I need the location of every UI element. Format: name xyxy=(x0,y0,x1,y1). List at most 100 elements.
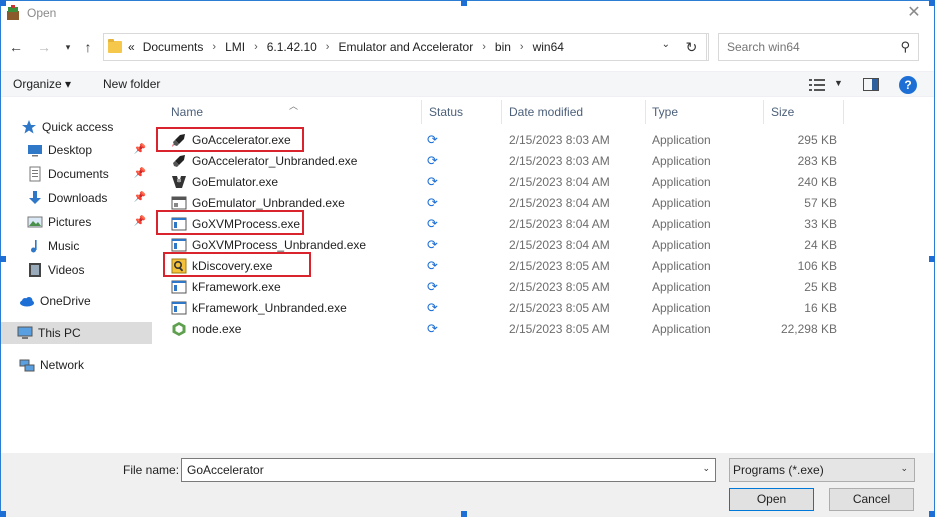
nav-item-network[interactable]: Network xyxy=(1,354,152,376)
address-bar[interactable]: « Documents › LMI › 6.1.42.10 › Emulator an… xyxy=(103,33,709,61)
nav-item-pictures[interactable]: Pictures 📌 xyxy=(1,211,152,233)
file-row[interactable]: kFramework_Unbranded.exe ⟳ 2/15/2023 8:0… xyxy=(153,298,934,319)
file-row[interactable]: kFramework.exe ⟳ 2/15/2023 8:05 AM Appli… xyxy=(153,277,934,298)
forward-arrow-icon[interactable]: → xyxy=(35,37,53,57)
chevron-right-icon[interactable]: › xyxy=(254,41,258,53)
nav-item-downloads[interactable]: Downloads 📌 xyxy=(1,187,152,209)
file-row[interactable]: node.exe ⟳ 2/15/2023 8:05 AM Application… xyxy=(153,319,934,340)
rocket-icon xyxy=(171,132,187,148)
up-arrow-icon[interactable]: ↑ xyxy=(79,37,97,57)
resize-handle[interactable] xyxy=(929,0,935,6)
nav-item-onedrive[interactable]: OneDrive xyxy=(1,290,152,312)
sync-icon: ⟳ xyxy=(427,132,438,147)
nav-item-label: Downloads xyxy=(48,191,108,205)
nav-item-label: Videos xyxy=(48,263,85,277)
chevron-down-icon[interactable]: ⌄ xyxy=(900,463,908,474)
file-row[interactable]: GoAccelerator.exe ⟳ 2/15/2023 8:03 AM Ap… xyxy=(153,130,934,151)
breadcrumb-lmi[interactable]: LMI xyxy=(225,40,245,54)
view-options-icon[interactable] xyxy=(809,78,825,92)
pin-icon[interactable]: 📌 xyxy=(134,192,146,203)
organize-button[interactable]: Organize ▾ xyxy=(13,77,71,91)
file-type-filter[interactable]: Programs (*.exe) ⌄ xyxy=(729,458,915,482)
breadcrumb-win64[interactable]: win64 xyxy=(533,40,564,54)
chevron-right-icon[interactable]: › xyxy=(212,41,216,53)
resize-handle[interactable] xyxy=(0,511,6,517)
sync-icon: ⟳ xyxy=(427,195,438,210)
file-row[interactable]: GoEmulator.exe ⟳ 2/15/2023 8:04 AM Appli… xyxy=(153,172,934,193)
file-row[interactable]: GoXVMProcess_Unbranded.exe ⟳ 2/15/2023 8… xyxy=(153,235,934,256)
open-button[interactable]: Open xyxy=(729,488,814,511)
column-header-size[interactable]: Size xyxy=(765,97,794,127)
breadcrumb-documents[interactable]: Documents xyxy=(143,40,204,54)
file-size: 25 KB xyxy=(804,280,837,294)
column-divider[interactable] xyxy=(763,100,764,124)
file-row[interactable]: GoEmulator_Unbranded.exe ⟳ 2/15/2023 8:0… xyxy=(153,193,934,214)
file-row[interactable]: kDiscovery.exe ⟳ 2/15/2023 8:05 AM Appli… xyxy=(153,256,934,277)
file-size: 240 KB xyxy=(797,175,837,189)
file-size: 22,298 KB xyxy=(780,322,837,336)
file-name-input[interactable] xyxy=(187,463,687,477)
nav-item-quick-access[interactable]: Quick access xyxy=(1,116,152,138)
file-row[interactable]: GoXVMProcess.exe ⟳ 2/15/2023 8:04 AM App… xyxy=(153,214,934,235)
search-box[interactable]: ⚲ xyxy=(718,33,919,61)
breadcrumb-emulator[interactable]: Emulator and Accelerator xyxy=(338,40,473,54)
file-name-cell: GoAccelerator_Unbranded.exe xyxy=(171,151,357,171)
pin-icon[interactable]: 📌 xyxy=(134,144,146,155)
file-date: 2/15/2023 8:04 AM xyxy=(509,196,610,210)
nav-item-videos[interactable]: Videos xyxy=(1,259,152,281)
open-file-dialog: Open ✕ ← → ▾ ↑ « Documents › LMI › 6.1.42.… xyxy=(0,0,935,517)
file-date: 2/15/2023 8:04 AM xyxy=(509,175,610,189)
search-icon[interactable]: ⚲ xyxy=(900,39,910,55)
resize-handle[interactable] xyxy=(461,0,467,6)
resize-handle[interactable] xyxy=(929,256,935,262)
pin-icon[interactable]: 📌 xyxy=(134,216,146,227)
breadcrumb-overflow[interactable]: « xyxy=(128,40,135,54)
preview-pane-icon[interactable] xyxy=(863,78,879,91)
resize-handle[interactable] xyxy=(929,511,935,517)
chevron-right-icon[interactable]: › xyxy=(326,41,330,53)
resize-handle[interactable] xyxy=(461,511,467,517)
nav-item-this-pc[interactable]: This PC xyxy=(1,322,152,344)
chevron-down-icon[interactable]: ⌄ xyxy=(702,463,710,474)
close-icon[interactable]: ✕ xyxy=(904,3,924,23)
breadcrumb-version[interactable]: 6.1.42.10 xyxy=(267,40,317,54)
chevron-right-icon[interactable]: › xyxy=(482,41,486,53)
column-divider[interactable] xyxy=(421,100,422,124)
help-icon[interactable]: ? xyxy=(899,76,917,94)
file-type: Application xyxy=(652,133,711,147)
pin-icon[interactable]: 📌 xyxy=(134,168,146,179)
breadcrumb-bin[interactable]: bin xyxy=(495,40,511,54)
file-name-cell: kFramework.exe xyxy=(171,277,281,297)
discovery-icon xyxy=(171,258,187,274)
file-type: Application xyxy=(652,280,711,294)
nav-item-label: Documents xyxy=(48,167,109,181)
chevron-right-icon[interactable]: › xyxy=(520,41,524,53)
file-row[interactable]: GoAccelerator_Unbranded.exe ⟳ 2/15/2023 … xyxy=(153,151,934,172)
file-name: kDiscovery.exe xyxy=(192,259,273,273)
chevron-down-icon[interactable]: ▼ xyxy=(834,78,843,88)
nav-item-documents[interactable]: Documents 📌 xyxy=(1,163,152,185)
file-name-combobox[interactable]: ⌄ xyxy=(181,458,716,482)
downloads-icon xyxy=(27,190,43,206)
cancel-button[interactable]: Cancel xyxy=(829,488,914,511)
refresh-icon[interactable]: ↻ xyxy=(677,33,707,61)
file-size: 283 KB xyxy=(797,154,837,168)
column-divider[interactable] xyxy=(843,100,844,124)
file-name: GoXVMProcess_Unbranded.exe xyxy=(192,238,367,252)
column-header-date-modified[interactable]: Date modified xyxy=(503,97,583,127)
recent-locations-chevron-icon[interactable]: ▾ xyxy=(59,37,77,57)
back-arrow-icon[interactable]: ← xyxy=(7,37,25,57)
column-divider[interactable] xyxy=(501,100,502,124)
resize-handle[interactable] xyxy=(0,0,6,6)
new-folder-button[interactable]: New folder xyxy=(103,77,160,91)
file-type: Application xyxy=(652,217,711,231)
nav-item-desktop[interactable]: Desktop 📌 xyxy=(1,139,152,161)
nav-item-music[interactable]: Music xyxy=(1,235,152,257)
chevron-down-icon[interactable]: ⌄ xyxy=(662,39,670,50)
search-input[interactable] xyxy=(727,40,887,54)
column-header-status[interactable]: Status xyxy=(423,97,463,127)
column-header-name[interactable]: Name xyxy=(165,97,203,127)
column-header-type[interactable]: Type xyxy=(646,97,678,127)
command-toolbar: Organize ▾ New folder ▼ ? xyxy=(1,71,934,97)
resize-handle[interactable] xyxy=(0,256,6,262)
